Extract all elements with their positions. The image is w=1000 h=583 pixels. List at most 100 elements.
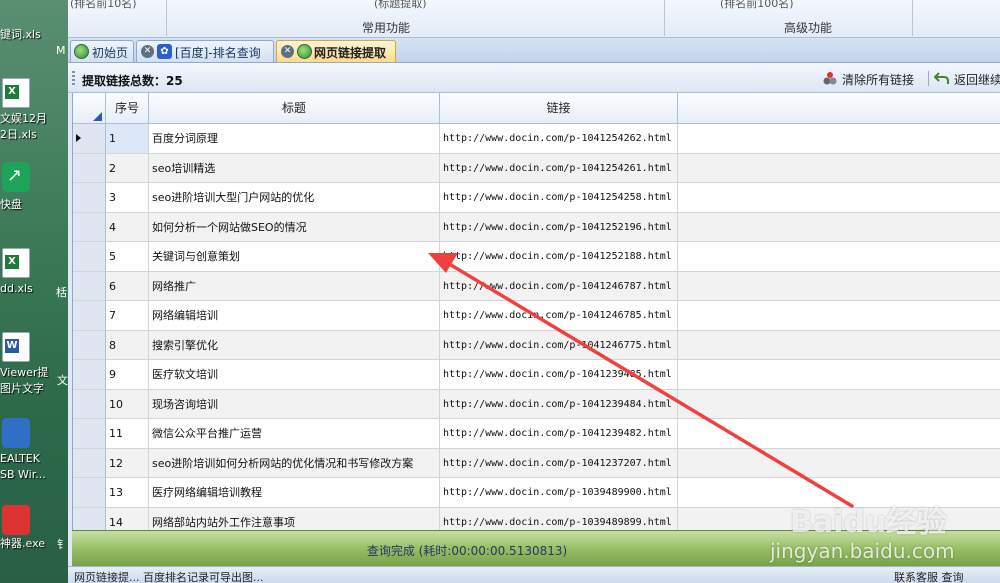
row-selector[interactable] xyxy=(73,478,106,508)
cell-title[interactable]: 网络编辑培训 xyxy=(149,301,440,331)
cell-index[interactable]: 1 xyxy=(106,124,149,154)
cell-link[interactable]: http://www.docin.com/p-1041239485.html xyxy=(440,360,678,390)
header-link[interactable]: 链接 xyxy=(440,93,678,124)
table-header: 序号 标题 链接 xyxy=(73,93,1000,124)
row-selector[interactable] xyxy=(73,419,106,449)
globe-icon xyxy=(297,44,312,59)
cell-title[interactable]: 如何分析一个网站做SEO的情况 xyxy=(149,212,440,242)
cell-link[interactable]: http://www.docin.com/p-1041254258.html xyxy=(440,183,678,213)
cell-empty xyxy=(678,183,1000,213)
cell-title[interactable]: seo进阶培训大型门户网站的优化 xyxy=(149,183,440,213)
row-selector[interactable] xyxy=(73,360,106,390)
cell-title[interactable]: 微信公众平台推广运营 xyxy=(149,419,440,449)
table-row[interactable]: 5 关键词与创意策划 http://www.docin.com/p-10412521… xyxy=(73,242,1000,272)
header-title[interactable]: 标题 xyxy=(149,93,440,124)
cell-index[interactable]: 3 xyxy=(106,183,149,213)
cell-index[interactable]: 7 xyxy=(106,301,149,331)
bottom-bar: 网页链接提... 百度排名记录可导出图... 联系客服 查询 xyxy=(68,566,1000,583)
row-selector[interactable] xyxy=(73,301,106,331)
toolbar-grip[interactable] xyxy=(72,71,75,85)
globe-icon xyxy=(74,44,89,59)
cell-title[interactable]: 网络推广 xyxy=(149,271,440,301)
row-selector[interactable] xyxy=(73,507,106,530)
cell-link[interactable]: http://www.docin.com/p-1041252196.html xyxy=(440,212,678,242)
cell-index[interactable]: 2 xyxy=(106,153,149,183)
cell-empty xyxy=(678,448,1000,478)
cell-title[interactable]: 关键词与创意策划 xyxy=(149,242,440,272)
ribbon-separator xyxy=(166,0,167,36)
cell-index[interactable]: 14 xyxy=(106,507,149,530)
cell-index[interactable]: 12 xyxy=(106,448,149,478)
tab-baidu-rank[interactable]: ✕ ✿ [百度]-排名查询 xyxy=(136,40,274,62)
back-continue-button[interactable]: 返回继续 xyxy=(954,71,1000,88)
row-selector[interactable] xyxy=(73,124,106,154)
table-row[interactable]: 11 微信公众平台推广运营 http://www.docin.com/p-10412… xyxy=(73,419,1000,449)
table-row[interactable]: 1 百度分词原理 http://www.docin.com/p-1041254262… xyxy=(73,124,1000,154)
desktop-item-label: EALTEK xyxy=(0,452,40,465)
back-arrow-icon xyxy=(934,72,949,84)
row-selector[interactable] xyxy=(73,271,106,301)
table-row[interactable]: 14 网络部站内站外工作注意事项 http://www.docin.com/p-10… xyxy=(73,507,1000,530)
cell-title[interactable]: seo培训精选 xyxy=(149,153,440,183)
row-selector[interactable] xyxy=(73,448,106,478)
cell-index[interactable]: 11 xyxy=(106,419,149,449)
row-selector[interactable] xyxy=(73,242,106,272)
baidu-paw-icon: ✿ xyxy=(157,44,172,59)
cell-index[interactable]: 8 xyxy=(106,330,149,360)
header-index[interactable]: 序号 xyxy=(106,93,149,124)
cell-link[interactable]: http://www.docin.com/p-1039489899.html xyxy=(440,507,678,530)
desktop-item-label: 文娱12月 xyxy=(0,112,47,125)
table-row[interactable]: 8 搜索引擎优化 http://www.docin.com/p-1041246775… xyxy=(73,330,1000,360)
table-row[interactable]: 12 seo进阶培训如何分析网站的优化情况和书写修改方案 http://www.do… xyxy=(73,448,1000,478)
cell-index[interactable]: 10 xyxy=(106,389,149,419)
cell-link[interactable]: http://www.docin.com/p-1041239482.html xyxy=(440,419,678,449)
close-icon[interactable]: ✕ xyxy=(281,45,294,58)
bottom-right-text[interactable]: 联系客服 查询 xyxy=(894,569,964,583)
cell-title[interactable]: 医疗软文培训 xyxy=(149,360,440,390)
row-selector[interactable] xyxy=(73,330,106,360)
cell-index[interactable]: 5 xyxy=(106,242,149,272)
cell-index[interactable]: 6 xyxy=(106,271,149,301)
cell-index[interactable]: 4 xyxy=(106,212,149,242)
cell-title[interactable]: 现场咨询培训 xyxy=(149,389,440,419)
cell-link[interactable]: http://www.docin.com/p-1041246787.html xyxy=(440,271,678,301)
table-row[interactable]: 6 网络推广 http://www.docin.com/p-1041246787.h… xyxy=(73,271,1000,301)
table-row[interactable]: 7 网络编辑培训 http://www.docin.com/p-1041246785… xyxy=(73,301,1000,331)
cell-link[interactable]: http://www.docin.com/p-1041239484.html xyxy=(440,389,678,419)
cell-link[interactable]: http://www.docin.com/p-1039489900.html xyxy=(440,478,678,508)
cell-link[interactable]: http://www.docin.com/p-1041246775.html xyxy=(440,330,678,360)
desktop-item-label: 键词.xls xyxy=(0,28,41,41)
table-row[interactable]: 10 现场咨询培训 http://www.docin.com/p-104123948… xyxy=(73,389,1000,419)
cell-title[interactable]: 网络部站内站外工作注意事项 xyxy=(149,507,440,530)
cell-index[interactable]: 9 xyxy=(106,360,149,390)
cell-title[interactable]: 医疗网络编辑培训教程 xyxy=(149,478,440,508)
cell-link[interactable]: http://www.docin.com/p-1041254262.html xyxy=(440,124,678,154)
links-table: 序号 标题 链接 1 百度分词原理 http://www.docin.com/p-1… xyxy=(72,93,1000,530)
clear-all-links-button[interactable]: 清除所有链接 xyxy=(842,71,914,88)
cell-link[interactable]: http://www.docin.com/p-1041252188.html xyxy=(440,242,678,272)
table-row[interactable]: 2 seo培训精选 http://www.docin.com/p-104125426… xyxy=(73,153,1000,183)
cell-link[interactable]: http://www.docin.com/p-1041254261.html xyxy=(440,153,678,183)
desktop-edge-letter: M xyxy=(56,44,66,57)
cell-link[interactable]: http://www.docin.com/p-1041237207.html xyxy=(440,448,678,478)
tab-home[interactable]: 初始页 xyxy=(70,40,134,62)
status-text: 查询完成 (耗时:00:00:00.5130813) xyxy=(366,544,568,558)
table-row[interactable]: 9 医疗软文培训 http://www.docin.com/p-1041239485… xyxy=(73,360,1000,390)
cell-index[interactable]: 13 xyxy=(106,478,149,508)
cell-empty xyxy=(678,124,1000,154)
cell-title[interactable]: 搜索引擎优化 xyxy=(149,330,440,360)
header-select-corner[interactable] xyxy=(73,93,106,124)
desktop-strip: 键词.xls 文娱12月 2日.xls 快盘 dd.xls Viewer提 图片… xyxy=(0,0,68,583)
close-icon[interactable]: ✕ xyxy=(141,45,154,58)
table-row[interactable]: 13 医疗网络编辑培训教程 http://www.docin.com/p-10394… xyxy=(73,478,1000,508)
cell-link[interactable]: http://www.docin.com/p-1041246785.html xyxy=(440,301,678,331)
row-selector[interactable] xyxy=(73,183,106,213)
tab-link-extract[interactable]: ✕ 网页链接提取 xyxy=(276,40,396,62)
table-row[interactable]: 4 如何分析一个网站做SEO的情况 http://www.docin.com/p-1… xyxy=(73,212,1000,242)
cell-title[interactable]: 百度分词原理 xyxy=(149,124,440,154)
row-selector[interactable] xyxy=(73,212,106,242)
row-selector[interactable] xyxy=(73,389,106,419)
cell-title[interactable]: seo进阶培训如何分析网站的优化情况和书写修改方案 xyxy=(149,448,440,478)
row-selector[interactable] xyxy=(73,153,106,183)
table-row[interactable]: 3 seo进阶培训大型门户网站的优化 http://www.docin.com/p-… xyxy=(73,183,1000,213)
